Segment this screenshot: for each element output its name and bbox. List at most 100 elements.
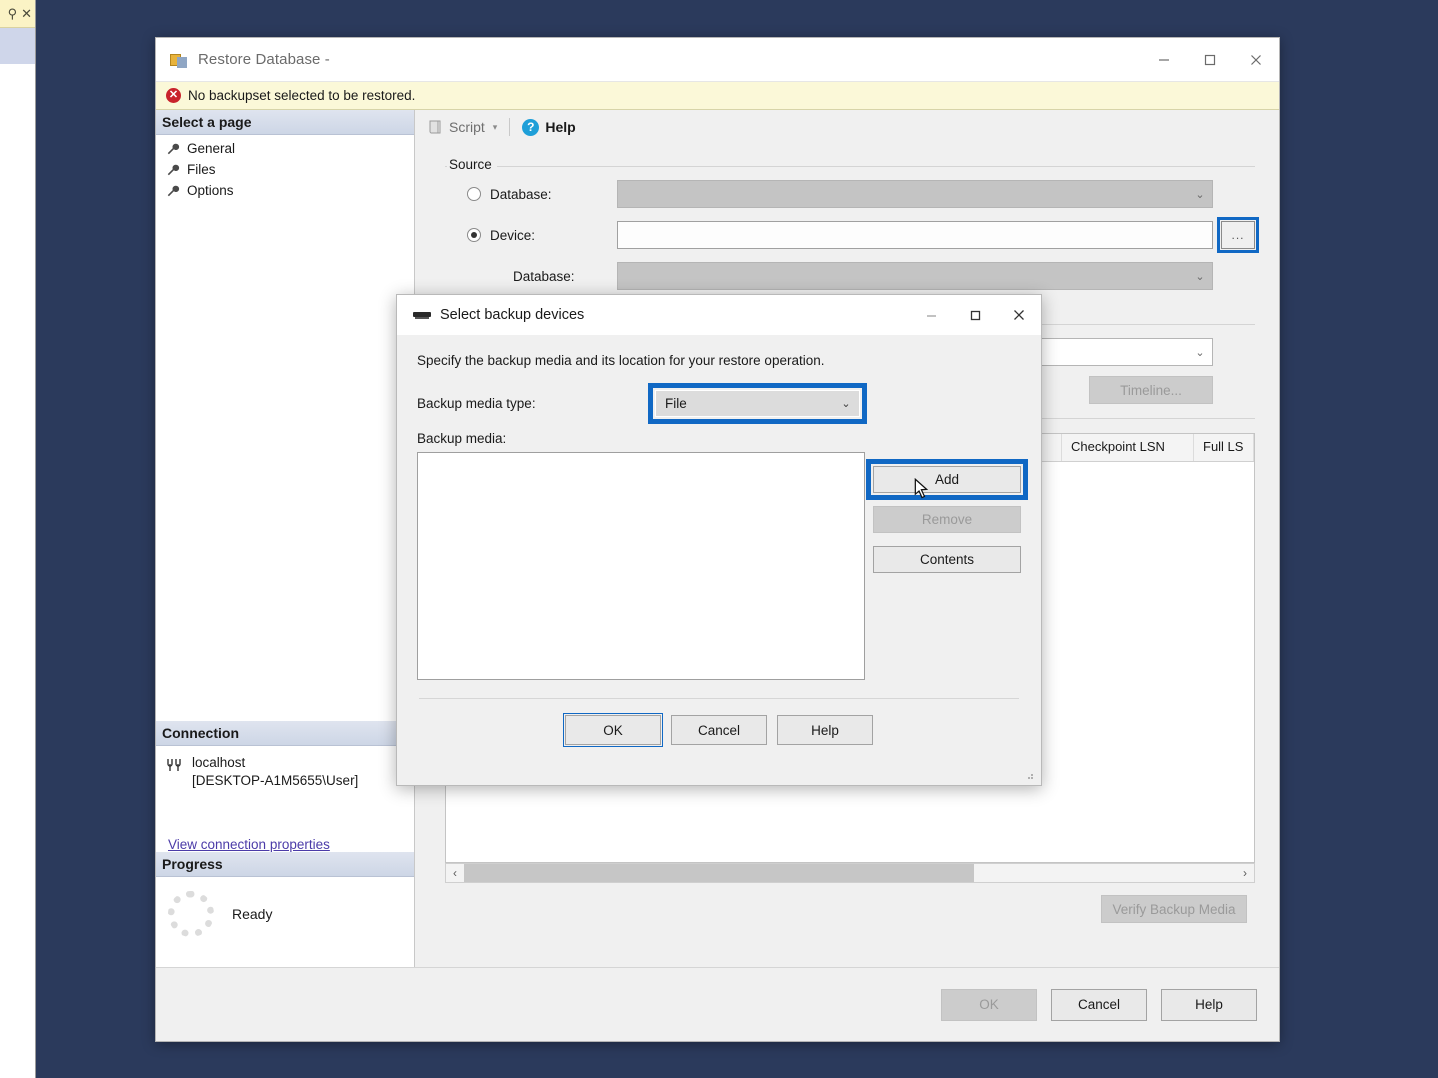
connection-panel: localhost [DESKTOP-A1M5655\User] View co… xyxy=(156,746,414,852)
close-icon[interactable]: ✕ xyxy=(21,6,32,22)
window-controls xyxy=(1141,38,1279,81)
chevron-left-icon[interactable]: ‹ xyxy=(446,864,464,882)
window-footer: OK Cancel Help xyxy=(156,967,1279,1041)
toolbar: Script ▾ ? Help xyxy=(415,110,1279,144)
help-question-icon: ? xyxy=(522,118,540,136)
sidebar-item-files[interactable]: Files xyxy=(164,159,414,180)
add-button-label: Add xyxy=(934,472,960,487)
spinner-icon xyxy=(168,891,214,937)
window-title: Restore Database - xyxy=(198,51,330,68)
wrench-icon xyxy=(167,143,180,154)
modal-title: Select backup devices xyxy=(440,307,585,323)
remove-button[interactable]: Remove xyxy=(873,506,1021,533)
backup-media-listbox[interactable] xyxy=(417,452,865,680)
mouse-pointer-icon xyxy=(914,478,929,499)
media-type-combo[interactable]: File ⌄ xyxy=(648,383,867,424)
minimize-icon[interactable] xyxy=(1141,38,1187,81)
column-header-checkpoint-lsn[interactable]: Checkpoint LSN xyxy=(1062,434,1194,461)
media-list-area: Add Remove Contents xyxy=(417,452,1028,680)
resize-grip-icon[interactable] xyxy=(1023,769,1035,781)
modal-divider xyxy=(419,698,1019,699)
window-titlebar: Restore Database - xyxy=(156,38,1279,82)
modal-footer: OK Cancel Help xyxy=(417,713,1021,747)
connection-server: localhost xyxy=(192,754,246,770)
help-button[interactable]: Help xyxy=(1161,988,1257,1021)
script-icon xyxy=(429,120,441,134)
ok-button[interactable]: OK xyxy=(941,988,1037,1021)
sidebar-item-label: General xyxy=(187,141,236,156)
sidebar-item-general[interactable]: General xyxy=(164,138,414,159)
chevron-down-icon: ⌄ xyxy=(1195,188,1205,201)
help-button[interactable]: ? Help xyxy=(522,118,576,136)
wrench-icon xyxy=(167,185,180,196)
progress-panel: Ready xyxy=(156,877,414,937)
sidebar-item-label: Options xyxy=(187,183,234,198)
device-database-combo[interactable]: ⌄ xyxy=(617,262,1213,290)
background-window-body xyxy=(0,64,35,1078)
sidebar-item-options[interactable]: Options xyxy=(164,180,414,201)
background-window: ⚲ ✕ xyxy=(0,0,36,1078)
select-a-page-header: Select a page xyxy=(156,110,414,135)
warning-bar: ✕ No backupset selected to be restored. xyxy=(156,82,1279,110)
chevron-down-icon: ⌄ xyxy=(1195,346,1205,359)
modal-description: Specify the backup media and its locatio… xyxy=(417,353,825,368)
device-radio[interactable]: Device: xyxy=(445,228,617,243)
maximize-icon[interactable] xyxy=(953,295,997,335)
device-path-input[interactable] xyxy=(617,221,1213,249)
source-device-row: Device: ... xyxy=(445,217,1259,253)
minimize-icon[interactable] xyxy=(909,295,953,335)
source-legend: Source xyxy=(447,157,497,172)
scrollbar-thumb[interactable] xyxy=(464,864,974,882)
media-type-value: File xyxy=(665,396,687,411)
close-icon[interactable] xyxy=(1233,38,1279,81)
contents-button[interactable]: Contents xyxy=(873,546,1021,573)
media-type-row: Backup media type: File ⌄ xyxy=(417,383,1021,424)
maximize-icon[interactable] xyxy=(1187,38,1233,81)
database-radio[interactable]: Database: xyxy=(445,187,617,202)
wrench-icon xyxy=(167,164,180,175)
source-group: Source Database: ⌄ Device: ... Database:… xyxy=(445,157,1259,290)
media-action-buttons: Add Remove Contents xyxy=(866,452,1028,680)
close-icon[interactable] xyxy=(997,295,1041,335)
add-button[interactable]: Add xyxy=(866,459,1028,500)
toolbar-separator xyxy=(509,118,511,136)
database-radio-label: Database: xyxy=(490,186,552,202)
sidebar-item-label: Files xyxy=(187,162,216,177)
modal-window-controls xyxy=(909,295,1041,335)
cancel-button[interactable]: Cancel xyxy=(1051,988,1147,1021)
source-database-row: Database: ⌄ xyxy=(445,180,1255,208)
select-backup-devices-dialog: Select backup devices Specify the backup… xyxy=(396,294,1042,786)
view-connection-properties-link[interactable]: View connection properties xyxy=(168,837,330,852)
help-label: Help xyxy=(545,119,576,135)
scrollbar-track[interactable] xyxy=(464,864,1236,882)
chevron-right-icon[interactable]: › xyxy=(1236,864,1254,882)
warning-text: No backupset selected to be restored. xyxy=(188,88,416,103)
database-restore-icon xyxy=(170,51,188,69)
timeline-button[interactable]: Timeline... xyxy=(1089,376,1213,404)
modal-cancel-button[interactable]: Cancel xyxy=(671,715,767,745)
column-header-full-lsn[interactable]: Full LS xyxy=(1194,434,1254,461)
pin-icon[interactable]: ⚲ xyxy=(8,6,18,22)
error-icon: ✕ xyxy=(166,88,181,103)
radio-circle-icon xyxy=(467,187,481,201)
grid-horizontal-scrollbar[interactable]: ‹ › xyxy=(445,863,1255,883)
modal-titlebar: Select backup devices xyxy=(397,295,1041,335)
source-device-database-row: Database: ⌄ xyxy=(445,262,1255,290)
media-type-label: Backup media type: xyxy=(417,396,536,411)
progress-status: Ready xyxy=(232,906,273,922)
chevron-down-icon[interactable]: ▾ xyxy=(493,122,498,133)
connection-header: Connection xyxy=(156,720,414,746)
chevron-down-icon: ⌄ xyxy=(1195,270,1205,283)
verify-row: Verify Backup Media xyxy=(445,895,1255,923)
modal-help-button[interactable]: Help xyxy=(777,715,873,745)
script-button[interactable]: Script ▾ xyxy=(427,119,497,135)
background-window-header xyxy=(0,28,35,64)
browse-device-button[interactable]: ... xyxy=(1217,217,1259,253)
connection-user: [DESKTOP-A1M5655\User] xyxy=(192,773,359,789)
modal-ok-button[interactable]: OK xyxy=(563,713,663,747)
background-window-notice-bar: ⚲ ✕ xyxy=(0,0,35,28)
source-database-combo[interactable]: ⌄ xyxy=(617,180,1213,208)
script-label: Script xyxy=(449,119,485,135)
verify-backup-media-button[interactable]: Verify Backup Media xyxy=(1101,895,1247,923)
progress-header: Progress xyxy=(156,852,414,877)
